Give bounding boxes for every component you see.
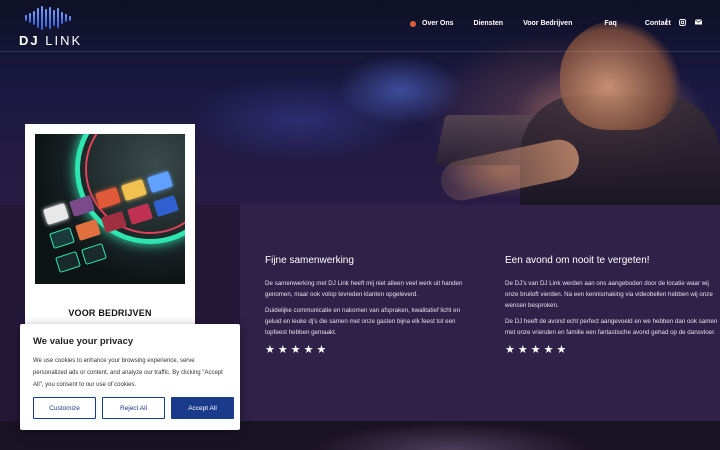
nav-item-faq[interactable]: Faq [604, 20, 616, 27]
testimonial-2: Een avond om nooit te vergeten! De DJ’s … [505, 255, 720, 356]
logo-text: DJ LINK [19, 33, 83, 48]
testimonial-text: De DJ’s van DJ Link werden aan ons aange… [505, 280, 713, 309]
active-dot-icon [410, 20, 416, 27]
cookie-text: We use cookies to enhance your browsing … [33, 358, 223, 388]
card-title[interactable]: VOOR BEDRIJVEN [25, 308, 195, 318]
main-nav: Over Ons Diensten Voor Bedrijven Faq Con… [410, 20, 691, 27]
voor-bedrijven-card[interactable]: VOOR BEDRIJVEN [25, 124, 195, 334]
accept-all-button[interactable]: Accept All [171, 397, 234, 419]
cookie-consent-banner: We value your privacy We use cookies to … [20, 324, 240, 430]
testimonial-text: De samenwerking met DJ Link heeft mij ni… [265, 280, 463, 298]
instagram-icon[interactable] [679, 19, 686, 27]
customize-button[interactable]: Customize [33, 397, 96, 419]
testimonial-1: Fijne samenwerking De samenwerking met D… [265, 255, 465, 356]
social-links: f [663, 19, 703, 27]
logo[interactable]: DJ LINK [19, 6, 83, 48]
cookie-title: We value your privacy [33, 336, 134, 347]
testimonial-text: De DJ heeft de avond echt perfect aangev… [505, 318, 718, 336]
cookie-buttons: Customize Reject All Accept All [33, 397, 234, 419]
testimonial-text: Duidelijke communicatie en nakomen van a… [265, 307, 461, 336]
mail-icon[interactable] [694, 19, 703, 27]
nav-item-over-ons[interactable]: Over Ons [410, 20, 454, 27]
testimonial-title: Een avond om nooit te vergeten! [505, 255, 650, 266]
testimonial-title: Fijne samenwerking [265, 255, 354, 266]
star-rating: ★★★★★ [265, 344, 330, 356]
controller-image [35, 134, 185, 284]
star-rating: ★★★★★ [505, 344, 570, 356]
nav-item-voor-bedrijven[interactable]: Voor Bedrijven [523, 20, 572, 27]
soundwave-logo-icon [25, 6, 73, 30]
nav-item-diensten[interactable]: Diensten [474, 20, 504, 27]
site-header: DJ LINK Over Ons Diensten Voor Bedrijven… [0, 0, 720, 52]
reject-all-button[interactable]: Reject All [102, 397, 165, 419]
facebook-icon[interactable]: f [663, 19, 670, 27]
